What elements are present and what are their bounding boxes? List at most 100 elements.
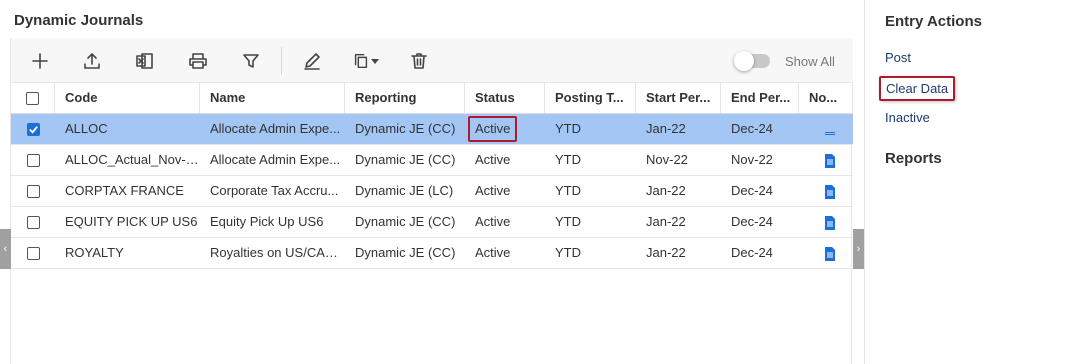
document-icon[interactable] <box>824 246 836 261</box>
add-button[interactable] <box>28 49 52 73</box>
journals-panel: Show All Code Name Reporting Status Post… <box>10 38 853 364</box>
table-row[interactable]: CORPTAX FRANCE Corporate Tax Accru... Dy… <box>11 176 853 207</box>
select-all-cell <box>11 83 55 113</box>
entry-actions-title: Entry Actions <box>885 13 982 30</box>
row-select-cell <box>11 238 55 268</box>
reporting-cell: Dynamic JE (CC) <box>355 121 456 136</box>
name-cell: Allocate Admin Expe... <box>210 121 341 136</box>
start-period-cell: Jan-22 <box>646 245 686 260</box>
row-select-cell <box>11 145 55 175</box>
reporting-cell: Dynamic JE (CC) <box>355 152 456 167</box>
edit-icon <box>304 53 320 70</box>
print-button[interactable] <box>186 49 210 73</box>
end-period-cell: Dec-24 <box>731 183 773 198</box>
status-highlight: Active <box>468 116 518 142</box>
column-header-status[interactable]: Status <box>465 83 545 113</box>
select-all-checkbox[interactable] <box>26 91 39 105</box>
chevron-down-icon <box>371 59 379 64</box>
reporting-cell: Dynamic JE (LC) <box>355 183 454 198</box>
clear-data-link[interactable]: Clear Data <box>879 76 956 101</box>
filter-button[interactable] <box>239 49 263 73</box>
right-sidebar: Entry Actions Post Clear Data Inactive R… <box>864 0 1085 364</box>
status-cell: Active <box>475 183 511 198</box>
document-icon[interactable] <box>824 215 836 230</box>
main-area: Dynamic Journals Show All Code Name Repo… <box>0 0 864 364</box>
excel-export-icon <box>136 53 153 69</box>
row-checkbox[interactable] <box>26 184 40 198</box>
row-checkbox[interactable] <box>26 122 40 136</box>
notes-cell <box>799 176 853 206</box>
posting-cell: YTD <box>555 245 581 260</box>
table-row[interactable]: ALLOC Allocate Admin Expe... Dynamic JE … <box>11 114 853 145</box>
page-title: Dynamic Journals <box>14 12 144 29</box>
add-icon <box>32 53 48 69</box>
table-row[interactable]: ALLOC_Actual_Nov-2... Allocate Admin Exp… <box>11 145 853 176</box>
table-row[interactable]: ROYALTY Royalties on US/CAN... Dynamic J… <box>11 238 853 269</box>
document-icon[interactable] <box>824 184 836 199</box>
code-cell: ALLOC_Actual_Nov-2... <box>65 152 200 167</box>
reports-title: Reports <box>885 150 942 167</box>
name-cell: Corporate Tax Accru... <box>210 183 339 198</box>
grid-header: Code Name Reporting Status Posting T... … <box>11 83 853 114</box>
row-checkbox[interactable] <box>26 153 40 167</box>
column-header-posting-type[interactable]: Posting T... <box>545 83 636 113</box>
table-row[interactable]: EQUITY PICK UP US6 Equity Pick Up US6 Dy… <box>11 207 853 238</box>
inactive-link[interactable]: Inactive <box>885 110 930 125</box>
collapse-right-button[interactable]: › <box>853 229 864 269</box>
toolbar: Show All <box>11 38 853 83</box>
start-period-cell: Jan-22 <box>646 214 686 229</box>
trash-icon <box>411 53 427 69</box>
chevron-right-icon: › <box>856 243 861 255</box>
edit-button[interactable] <box>300 49 324 73</box>
column-header-reporting[interactable]: Reporting <box>345 83 465 113</box>
upload-button[interactable] <box>80 49 104 73</box>
post-link[interactable]: Post <box>885 50 911 65</box>
notes-cell <box>799 207 853 237</box>
column-header-start-period[interactable]: Start Per... <box>636 83 721 113</box>
column-header-notes[interactable]: No... <box>799 83 853 113</box>
collapse-left-button[interactable]: ‹ <box>0 229 11 269</box>
row-select-cell <box>11 176 55 206</box>
end-period-cell: Nov-22 <box>731 152 773 167</box>
row-select-cell <box>11 114 55 144</box>
show-all-toggle[interactable] <box>734 51 770 71</box>
posting-cell: YTD <box>555 152 581 167</box>
row-checkbox[interactable] <box>26 246 40 260</box>
column-header-code[interactable]: Code <box>55 83 200 113</box>
column-header-end-period[interactable]: End Per... <box>721 83 799 113</box>
document-icon[interactable] <box>824 153 836 168</box>
start-period-cell: Jan-22 <box>646 121 686 136</box>
print-icon <box>189 53 207 69</box>
posting-cell: YTD <box>555 183 581 198</box>
filter-icon <box>243 54 259 68</box>
notes-cell <box>799 238 853 268</box>
posting-cell: YTD <box>555 121 581 136</box>
start-period-cell: Nov-22 <box>646 152 688 167</box>
row-checkbox[interactable] <box>26 215 40 229</box>
row-select-cell <box>11 207 55 237</box>
name-cell: Royalties on US/CAN... <box>210 245 345 260</box>
code-cell: EQUITY PICK UP US6 <box>65 214 198 229</box>
end-period-cell: Dec-24 <box>731 245 773 260</box>
excel-export-button[interactable] <box>133 49 157 73</box>
note-icon[interactable] <box>824 123 836 137</box>
end-period-cell: Dec-24 <box>731 214 773 229</box>
status-cell: Active <box>475 152 511 167</box>
end-period-cell: Dec-24 <box>731 121 773 136</box>
toolbar-divider <box>281 47 282 75</box>
status-cell: Active <box>465 114 545 144</box>
copy-menu-button[interactable] <box>346 49 386 73</box>
code-cell: ALLOC <box>65 121 108 136</box>
status-cell: Active <box>475 214 511 229</box>
notes-cell <box>799 145 853 175</box>
chevron-left-icon: ‹ <box>3 243 8 255</box>
checkmark-icon <box>28 125 38 134</box>
name-cell: Equity Pick Up US6 <box>210 214 324 229</box>
journals-grid: Code Name Reporting Status Posting T... … <box>11 83 853 269</box>
reporting-cell: Dynamic JE (CC) <box>355 214 456 229</box>
posting-cell: YTD <box>555 214 581 229</box>
reporting-cell: Dynamic JE (CC) <box>355 245 456 260</box>
delete-button[interactable] <box>407 49 431 73</box>
name-cell: Allocate Admin Expe... <box>210 152 341 167</box>
column-header-name[interactable]: Name <box>200 83 345 113</box>
